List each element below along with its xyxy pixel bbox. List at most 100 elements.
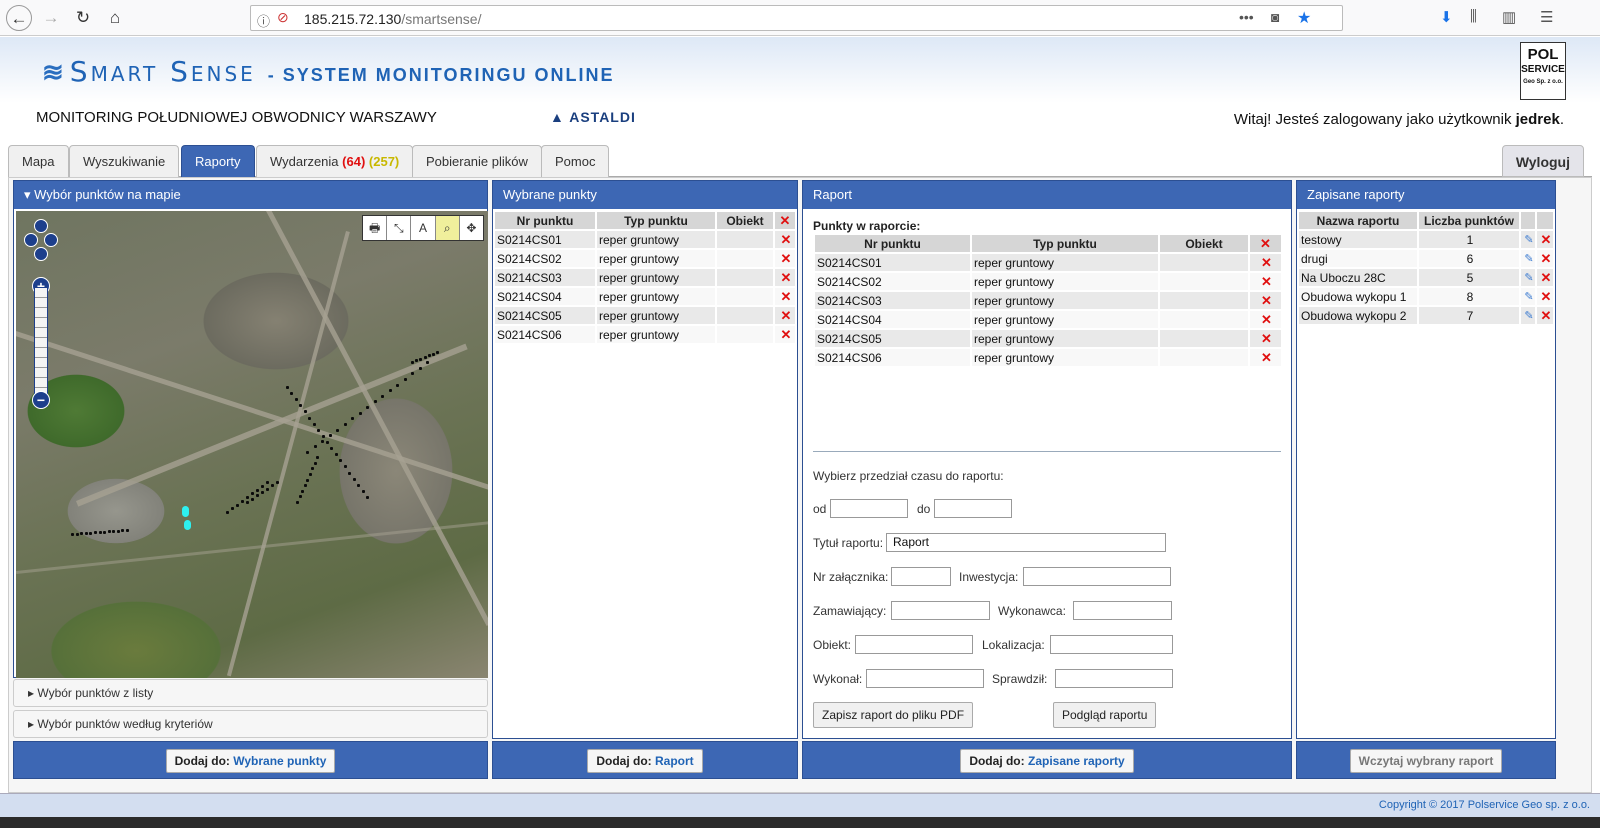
point-marker[interactable] — [351, 417, 354, 421]
download-icon[interactable]: ⬇ — [1440, 8, 1453, 26]
point-marker[interactable] — [418, 366, 422, 370]
col-points-count[interactable]: Liczba punktów — [1419, 212, 1519, 229]
delete-row-icon[interactable]: ✕ — [775, 288, 795, 305]
point-marker[interactable] — [251, 497, 254, 501]
forward-button[interactable]: → — [38, 5, 64, 31]
point-marker[interactable] — [261, 484, 264, 488]
point-marker[interactable] — [313, 445, 317, 449]
pan-tool-icon[interactable]: ✥ — [460, 216, 483, 240]
pan-right-icon[interactable] — [44, 233, 58, 247]
point-marker[interactable] — [266, 481, 269, 484]
date-from-input[interactable] — [830, 499, 908, 518]
point-marker[interactable] — [352, 477, 356, 481]
point-marker[interactable] — [321, 434, 325, 438]
table-row[interactable]: S0214CS04 reper gruntowy ✕ — [495, 288, 795, 305]
point-marker[interactable] — [411, 372, 414, 376]
col-obiekt[interactable]: Obiekt — [717, 212, 773, 229]
point-marker[interactable] — [89, 531, 93, 535]
contractor-input[interactable] — [1073, 601, 1172, 620]
delete-row-icon[interactable]: ✕ — [1250, 330, 1281, 347]
table-row[interactable]: S0214CS01 reper gruntowy ✕ — [815, 254, 1281, 271]
point-marker[interactable] — [256, 488, 259, 492]
point-marker[interactable] — [103, 530, 107, 534]
object-input[interactable] — [855, 635, 973, 654]
menu-icon[interactable]: ☰ — [1540, 8, 1553, 26]
pan-left-icon[interactable] — [24, 233, 38, 247]
date-to-input[interactable] — [934, 499, 1012, 518]
tab-pomoc[interactable]: Pomoc — [541, 145, 610, 177]
pan-up-icon[interactable] — [34, 219, 48, 233]
print-icon[interactable]: 🖶 — [363, 216, 388, 240]
tab-raporty[interactable]: Raporty — [181, 145, 255, 177]
col-typ-punktu[interactable]: Typ punktu — [597, 212, 715, 229]
report-title-input[interactable]: Raport — [886, 533, 1166, 552]
point-marker[interactable] — [423, 356, 427, 359]
delete-row-icon[interactable]: ✕ — [775, 326, 795, 343]
point-marker[interactable] — [107, 530, 111, 534]
delete-row-icon[interactable]: ✕ — [1250, 311, 1281, 328]
add-to-selected-button[interactable]: Dodaj do: Wybrane punkty — [165, 749, 336, 773]
point-marker[interactable] — [303, 484, 307, 488]
point-marker[interactable] — [231, 507, 234, 511]
point-marker[interactable] — [236, 503, 239, 507]
point-marker[interactable] — [388, 389, 392, 393]
point-marker[interactable] — [316, 456, 319, 459]
table-row[interactable]: S0214CS02 reper gruntowy ✕ — [815, 273, 1281, 290]
delete-row-icon[interactable]: ✕ — [1250, 273, 1281, 290]
performed-by-input[interactable] — [866, 669, 984, 688]
save-pdf-button[interactable]: Zapisz raport do pliku PDF — [813, 702, 974, 728]
table-row[interactable]: Na Uboczu 28C 5 ✎ ✕ — [1299, 269, 1553, 286]
point-marker[interactable] — [298, 495, 302, 499]
delete-report-icon[interactable]: ✕ — [1536, 288, 1553, 305]
table-row[interactable]: Obudowa wykopu 2 7 ✎ ✕ — [1299, 307, 1553, 324]
point-marker[interactable] — [286, 386, 289, 389]
point-marker[interactable] — [334, 453, 338, 457]
sidebar-icon[interactable]: ▥ — [1502, 8, 1516, 26]
point-marker[interactable] — [313, 461, 317, 465]
point-marker[interactable] — [321, 439, 324, 443]
point-marker[interactable] — [276, 481, 279, 484]
attachment-nr-input[interactable] — [891, 567, 951, 586]
point-marker[interactable] — [326, 441, 329, 444]
edit-report-icon[interactable]: ✎ — [1521, 288, 1535, 305]
pan-down-icon[interactable] — [34, 247, 48, 261]
edit-report-icon[interactable]: ✎ — [1521, 269, 1535, 286]
map-panel-title[interactable]: ▾ Wybór punktów na mapie — [14, 181, 487, 209]
col-nr-punktu[interactable]: Nr punktu — [815, 235, 970, 252]
point-marker[interactable] — [343, 465, 347, 469]
delete-row-icon[interactable]: ✕ — [1250, 254, 1281, 271]
point-marker[interactable] — [357, 483, 361, 487]
point-marker[interactable] — [403, 377, 407, 381]
back-button[interactable]: ← — [6, 5, 32, 31]
add-to-report-button[interactable]: Dodaj do: Raport — [587, 749, 703, 773]
point-marker[interactable] — [121, 529, 125, 533]
location-input[interactable] — [1050, 635, 1173, 654]
page-actions-icon[interactable]: ••• — [1239, 9, 1254, 25]
label-icon[interactable]: A — [411, 216, 436, 240]
edit-report-icon[interactable]: ✎ — [1521, 250, 1535, 267]
table-row[interactable]: S0214CS03 reper gruntowy ✕ — [815, 292, 1281, 309]
table-row[interactable]: S0214CS05 reper gruntowy ✕ — [495, 307, 795, 324]
reload-button[interactable]: ↻ — [70, 5, 96, 31]
accordion-criteria-selection[interactable]: ▸ Wybór punktów według kryteriów — [13, 710, 488, 738]
table-row[interactable]: testowy 1 ✎ ✕ — [1299, 231, 1553, 248]
table-row[interactable]: drugi 6 ✎ ✕ — [1299, 250, 1553, 267]
zoom-out-button[interactable]: − — [32, 391, 50, 409]
point-marker[interactable] — [427, 354, 431, 358]
point-marker[interactable] — [306, 478, 309, 482]
table-row[interactable]: S0214CS04 reper gruntowy ✕ — [815, 311, 1281, 328]
table-row[interactable]: Obudowa wykopu 1 8 ✎ ✕ — [1299, 288, 1553, 305]
point-marker[interactable] — [75, 532, 79, 536]
point-marker[interactable] — [98, 531, 102, 534]
point-marker[interactable] — [246, 496, 249, 499]
add-to-saved-button[interactable]: Dodaj do: Zapisane raporty — [960, 749, 1134, 773]
point-marker[interactable] — [339, 459, 343, 463]
bookmark-star-icon[interactable]: ★ — [1297, 8, 1311, 28]
point-marker[interactable] — [256, 494, 259, 498]
url-bar[interactable]: ⓘ ⊘ 185.215.72.130/smartsense/ ••• ◙ ★ — [250, 5, 1343, 31]
point-marker[interactable] — [348, 471, 352, 475]
delete-all-icon[interactable]: ✕ — [775, 212, 795, 229]
delete-report-icon[interactable]: ✕ — [1536, 231, 1553, 248]
point-marker[interactable] — [301, 489, 304, 493]
col-nr-punktu[interactable]: Nr punktu — [495, 212, 595, 229]
